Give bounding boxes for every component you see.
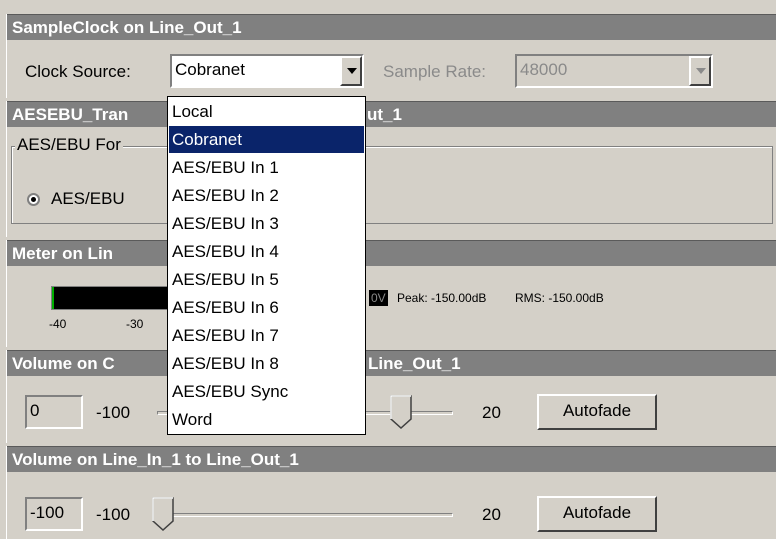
clip-indicator: 0V	[369, 290, 388, 306]
dropdown-option[interactable]: AES/EBU In 3	[169, 210, 364, 237]
volume-2-value: -100	[30, 503, 65, 522]
meter-scale-minus-30: -30	[126, 317, 144, 331]
sample-rate-select[interactable]: 48000	[515, 54, 713, 88]
meter-header: Meter on Lin	[7, 240, 776, 266]
sample-clock-header: SampleClock on Line_Out_1	[7, 14, 776, 40]
dropdown-option[interactable]: Local	[169, 98, 364, 125]
volume-2-max-label: 20	[482, 505, 501, 524]
volume-2-slider-track[interactable]	[157, 513, 453, 517]
volume-2-header: Volume on Line_In_1 to Line_Out_1	[7, 446, 776, 472]
chevron-down-icon	[347, 68, 357, 74]
sample-rate-dropdown-button[interactable]	[689, 56, 711, 86]
volume-1-autofade-button[interactable]: Autofade	[537, 394, 657, 430]
aes-format-group-label: AES/EBU For	[15, 135, 123, 155]
volume-2-autofade-button[interactable]: Autofade	[537, 496, 657, 532]
sample-clock-panel: SampleClock on Line_Out_1 Clock Source: …	[6, 14, 776, 98]
volume-2-min-label: -100	[96, 505, 131, 524]
clock-source-dropdown-button[interactable]	[340, 56, 362, 86]
dropdown-option[interactable]: AES/EBU In 8	[169, 350, 364, 377]
aesebu-header: AESEBU_Tran ut_1	[7, 101, 776, 127]
clock-source-value: Cobranet	[175, 60, 245, 79]
volume-1-slider-thumb[interactable]	[390, 395, 412, 429]
rms-readout: RMS: -150.00dB	[515, 291, 604, 305]
dropdown-option[interactable]: AES/EBU In 2	[169, 182, 364, 209]
dropdown-option[interactable]: AES/EBU Sync	[169, 378, 364, 405]
sample-rate-label: Sample Rate:	[383, 62, 486, 81]
dropdown-option[interactable]: AES/EBU In 7	[169, 322, 364, 349]
aesebu-panel: AESEBU_Tran ut_1 AES/EBU For AES/EBU	[6, 101, 776, 237]
volume-1-value: 0	[30, 401, 40, 420]
aesebu-header-right: ut_1	[367, 105, 402, 124]
volume-1-min-label: -100	[96, 403, 131, 422]
volume-1-value-field[interactable]: 0	[25, 395, 83, 429]
volume-1-header-right: Line_Out_1	[368, 354, 461, 373]
aes-format-groupbox	[11, 146, 773, 224]
radio-dot-icon	[31, 197, 36, 202]
aes-ebu-radio-label: AES/EBU	[51, 189, 125, 208]
dropdown-option[interactable]: Word	[169, 406, 364, 433]
level-meter	[51, 286, 177, 310]
volume-1-max-label: 20	[482, 403, 501, 422]
meter-panel: Meter on Lin -40 -30 0V Peak: -150.00dB …	[6, 240, 776, 347]
volume-2-slider-thumb[interactable]	[152, 497, 174, 531]
peak-readout: Peak: -150.00dB	[397, 291, 487, 305]
clock-source-label: Clock Source:	[25, 62, 131, 81]
volume-2-value-field[interactable]: -100	[25, 497, 83, 531]
aes-ebu-radio[interactable]	[27, 193, 40, 206]
sample-rate-value: 48000	[520, 60, 568, 79]
clock-source-select[interactable]: Cobranet	[170, 54, 364, 88]
volume-1-header: Volume on C Line_Out_1	[7, 350, 776, 376]
dropdown-option[interactable]: AES/EBU In 1	[169, 154, 364, 181]
volume-2-panel: Volume on Line_In_1 to Line_Out_1 -100 -…	[6, 446, 776, 539]
volume-1-panel: Volume on C Line_Out_1 0 -100 20 Autofad…	[6, 350, 776, 443]
level-meter-fill	[52, 287, 55, 309]
aesebu-header-left: AESEBU_Tran	[12, 105, 129, 124]
meter-scale-minus-40: -40	[49, 317, 67, 331]
dropdown-option[interactable]: Cobranet	[169, 126, 364, 153]
dropdown-option[interactable]: AES/EBU In 5	[169, 266, 364, 293]
dropdown-option[interactable]: AES/EBU In 6	[169, 294, 364, 321]
clock-source-dropdown-list[interactable]: Local Cobranet AES/EBU In 1 AES/EBU In 2 AES…	[167, 96, 366, 435]
volume-1-header-left: Volume on C	[12, 354, 115, 373]
dropdown-option[interactable]: AES/EBU In 4	[169, 238, 364, 265]
chevron-down-icon	[696, 68, 706, 74]
